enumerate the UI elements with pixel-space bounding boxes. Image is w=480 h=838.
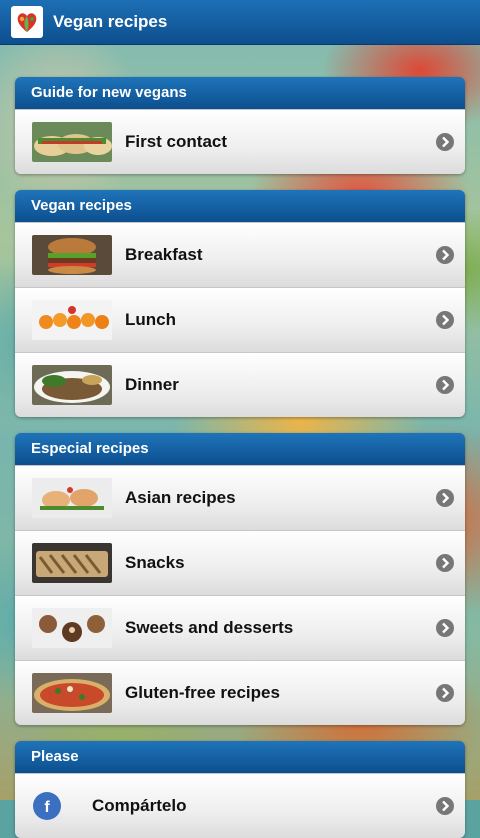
list-item-first-contact[interactable]: First contact bbox=[15, 109, 465, 174]
chevron-right-icon bbox=[436, 554, 454, 572]
lentil-plate-image bbox=[32, 365, 112, 405]
item-label: First contact bbox=[125, 132, 228, 151]
list-item-gluten-free-recipes[interactable]: Gluten-free recipes bbox=[15, 660, 465, 725]
list-item-asian-recipes[interactable]: Asian recipes bbox=[15, 465, 465, 530]
item-label: Asian recipes bbox=[125, 488, 236, 507]
section-header: Guide for new vegans bbox=[15, 77, 465, 109]
item-label: Breakfast bbox=[125, 245, 203, 264]
section-header: Vegan recipes bbox=[15, 190, 465, 222]
dumplings-image bbox=[32, 478, 112, 518]
section-header: Especial recipes bbox=[15, 433, 465, 465]
item-label: Snacks bbox=[125, 553, 185, 572]
croquettes-image bbox=[32, 300, 112, 340]
list-item-lunch[interactable]: Lunch bbox=[15, 287, 465, 352]
pizza-image bbox=[32, 673, 112, 713]
section-especial-recipes: Especial recipes Asian recipes Snacks Sw… bbox=[15, 433, 465, 725]
chevron-right-icon bbox=[436, 311, 454, 329]
item-label: Lunch bbox=[125, 310, 176, 329]
item-label: Gluten-free recipes bbox=[125, 683, 280, 702]
item-label: Dinner bbox=[125, 375, 179, 394]
list-item-snacks[interactable]: Snacks bbox=[15, 530, 465, 595]
section-header: Please bbox=[15, 741, 465, 773]
list-item-breakfast[interactable]: Breakfast bbox=[15, 222, 465, 287]
app-logo-icon bbox=[11, 6, 43, 38]
section-please: Please f Compártelo bbox=[15, 741, 465, 838]
list-item-share[interactable]: f Compártelo bbox=[15, 773, 465, 838]
chevron-right-icon bbox=[436, 684, 454, 702]
item-label: Compártelo bbox=[92, 796, 187, 815]
cookies-image bbox=[32, 608, 112, 648]
chevron-right-icon bbox=[436, 376, 454, 394]
snack-tray-image bbox=[32, 543, 112, 583]
chevron-right-icon bbox=[436, 133, 454, 151]
section-guide: Guide for new vegans First contact bbox=[15, 77, 465, 174]
app-title: Vegan recipes bbox=[53, 12, 168, 31]
list-item-sweets-and-desserts[interactable]: Sweets and desserts bbox=[15, 595, 465, 660]
section-vegan-recipes: Vegan recipes Breakfast Lunch Dinner bbox=[15, 190, 465, 417]
chevron-right-icon bbox=[436, 246, 454, 264]
chevron-right-icon bbox=[436, 619, 454, 637]
chevron-right-icon bbox=[436, 489, 454, 507]
facebook-icon: f bbox=[32, 791, 62, 821]
tacos-image bbox=[32, 122, 112, 162]
title-bar: Vegan recipes bbox=[0, 0, 480, 45]
list-item-dinner[interactable]: Dinner bbox=[15, 352, 465, 417]
item-label: Sweets and desserts bbox=[125, 618, 294, 637]
svg-text:f: f bbox=[44, 799, 50, 816]
burger-image bbox=[32, 235, 112, 275]
